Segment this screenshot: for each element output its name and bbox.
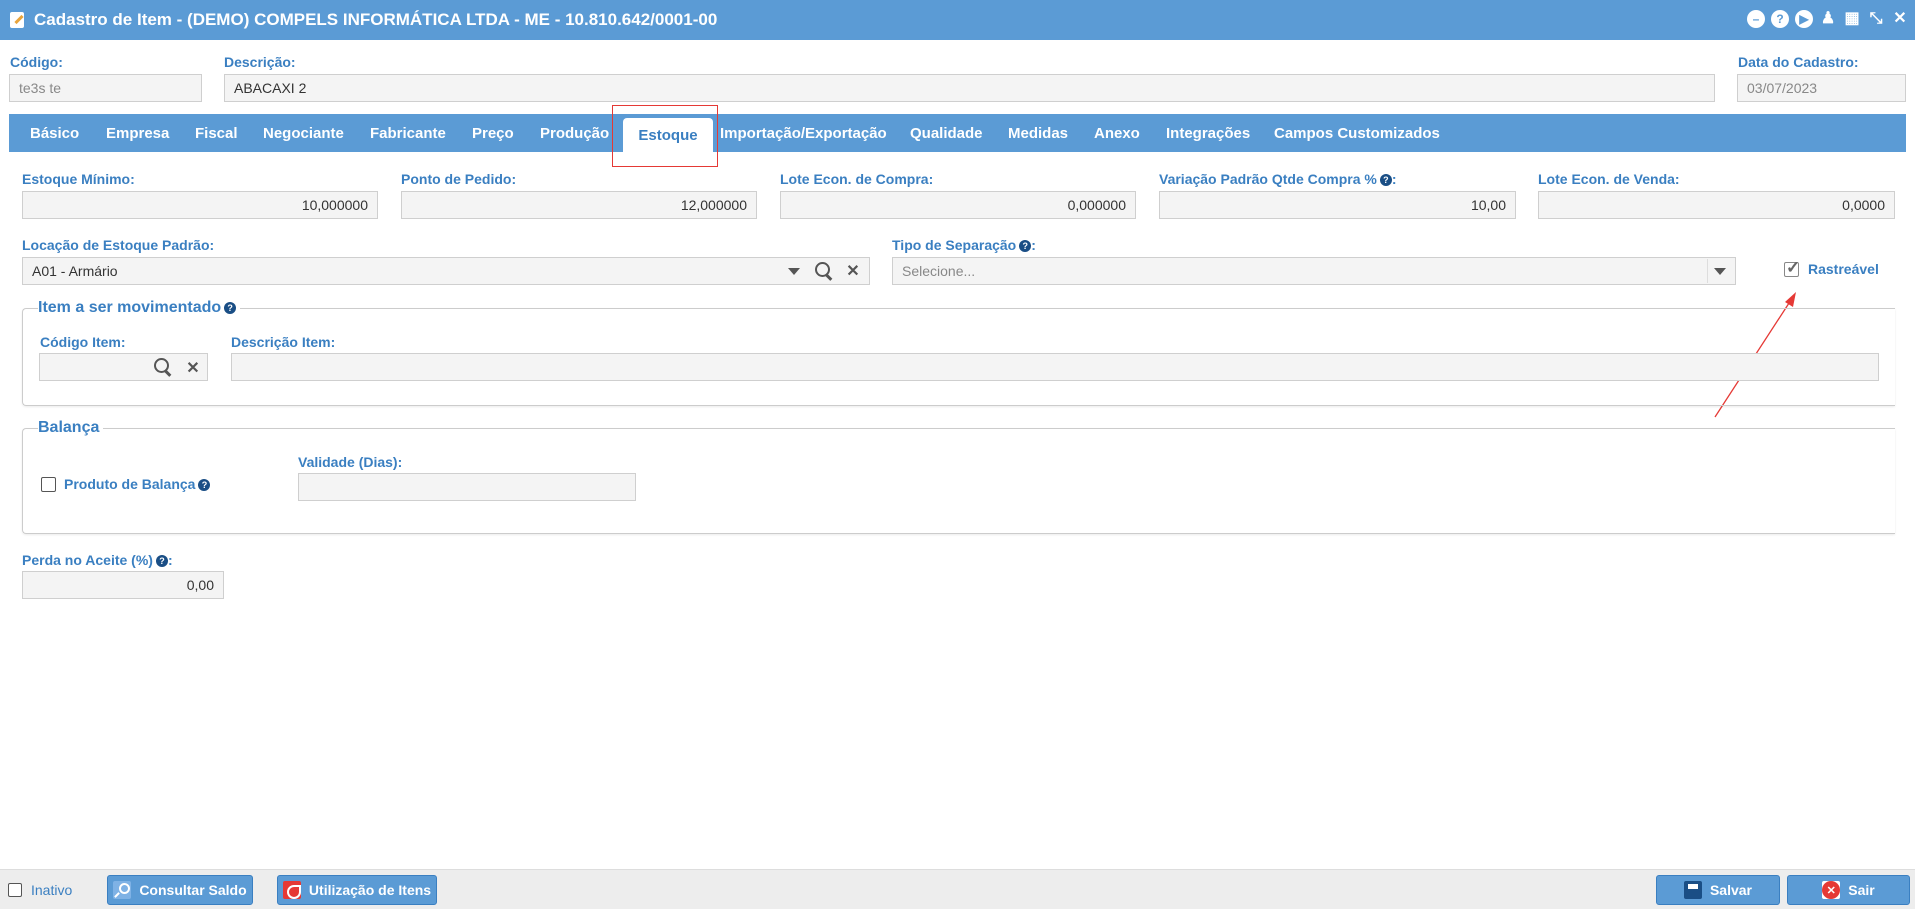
play-icon[interactable]: ▶ bbox=[1795, 10, 1813, 28]
perda-aceite-field[interactable]: 0,00 bbox=[22, 571, 224, 599]
chevron-down-icon[interactable] bbox=[788, 268, 800, 275]
tab-qualidade[interactable]: Qualidade bbox=[910, 114, 983, 152]
item-movimentado-legend-text: Item a ser movimentado bbox=[38, 299, 222, 316]
descricao-field[interactable]: ABACAXI 2 bbox=[224, 74, 1715, 102]
utilizacao-itens-label: Utilização de Itens bbox=[308, 882, 432, 898]
bell-icon[interactable]: ♟ bbox=[1819, 10, 1837, 28]
descricao-label: Descrição: bbox=[224, 54, 296, 70]
tab-empresa[interactable]: Empresa bbox=[106, 114, 169, 152]
estoque-minimo-field[interactable]: 10,000000 bbox=[22, 191, 378, 219]
window-controls: – ? ▶ ♟ ▦ ⤡ ✕ bbox=[1747, 10, 1909, 28]
tipo-separacao-label: Tipo de Separação?: bbox=[892, 237, 1036, 253]
search-icon[interactable] bbox=[815, 262, 833, 280]
variacao-label: Variação Padrão Qtde Compra %?: bbox=[1159, 171, 1397, 187]
minimize-icon[interactable]: – bbox=[1747, 10, 1765, 28]
active-tab-highlight bbox=[612, 105, 718, 167]
codigo-label: Código: bbox=[10, 54, 63, 70]
balanca-legend: Balança bbox=[38, 419, 104, 437]
close-icon[interactable]: ✕ bbox=[1891, 10, 1909, 28]
tipo-separacao-placeholder: Selecione... bbox=[902, 263, 976, 279]
tab-anexo[interactable]: Anexo bbox=[1094, 114, 1140, 152]
search-icon bbox=[113, 881, 132, 899]
title-bar: Cadastro de Item - (DEMO) COMPELS INFORM… bbox=[0, 0, 1915, 40]
clear-icon[interactable]: ✕ bbox=[843, 260, 863, 282]
locacao-value: A01 - Armário bbox=[32, 263, 118, 279]
exit-icon bbox=[1822, 881, 1841, 899]
salvar-label: Salvar bbox=[1709, 882, 1753, 898]
produto-balanca-checkbox[interactable] bbox=[41, 477, 56, 492]
codigo-field[interactable]: te3s te bbox=[9, 74, 202, 102]
lote-compra-label: Lote Econ. de Compra: bbox=[780, 171, 934, 187]
tab-producao[interactable]: Produção bbox=[540, 114, 609, 152]
consultar-saldo-button[interactable]: Consultar Saldo bbox=[107, 875, 253, 905]
variacao-label-text: Variação Padrão Qtde Compra % bbox=[1159, 171, 1377, 187]
validade-field[interactable] bbox=[298, 473, 636, 501]
help-icon[interactable]: ? bbox=[1379, 174, 1392, 186]
locacao-select[interactable]: A01 - Armário bbox=[22, 257, 870, 285]
ponto-pedido-field[interactable]: 12,000000 bbox=[401, 191, 757, 219]
tab-medidas[interactable]: Medidas bbox=[1008, 114, 1068, 152]
help-icon[interactable]: ? bbox=[155, 555, 168, 567]
tab-campos-customizados[interactable]: Campos Customizados bbox=[1274, 114, 1440, 152]
tab-fabricante[interactable]: Fabricante bbox=[370, 114, 446, 152]
tab-integracoes[interactable]: Integrações bbox=[1166, 114, 1250, 152]
tab-negociante[interactable]: Negociante bbox=[263, 114, 344, 152]
produto-balanca-label[interactable]: Produto de Balança? bbox=[64, 476, 211, 492]
descricao-item-field[interactable] bbox=[231, 353, 1879, 381]
tipo-separacao-select[interactable]: Selecione... bbox=[892, 257, 1736, 285]
compress-icon[interactable]: ⤡ bbox=[1867, 10, 1885, 28]
save-icon bbox=[1683, 881, 1702, 899]
produto-balanca-label-text: Produto de Balança bbox=[64, 476, 196, 492]
data-cadastro-label: Data do Cadastro: bbox=[1738, 54, 1859, 70]
lote-compra-field[interactable]: 0,000000 bbox=[780, 191, 1136, 219]
salvar-button[interactable]: Salvar bbox=[1656, 875, 1780, 905]
rastreavel-checkbox[interactable] bbox=[1784, 258, 1800, 278]
tipo-separacao-label-text: Tipo de Separação bbox=[892, 237, 1017, 253]
inativo-checkbox[interactable] bbox=[8, 883, 22, 897]
consultar-saldo-label: Consultar Saldo bbox=[139, 882, 247, 898]
data-cadastro-field[interactable]: 03/07/2023 bbox=[1737, 74, 1906, 102]
variacao-label-suffix: : bbox=[1391, 171, 1397, 187]
tab-preco[interactable]: Preço bbox=[472, 114, 514, 152]
tab-bar: Básico Empresa Fiscal Negociante Fabrica… bbox=[9, 114, 1906, 152]
window-title: Cadastro de Item - (DEMO) COMPELS INFORM… bbox=[34, 10, 718, 29]
utilizacao-itens-button[interactable]: Utilização de Itens bbox=[277, 875, 437, 905]
estoque-minimo-label: Estoque Mínimo: bbox=[22, 171, 135, 187]
pdf-icon bbox=[282, 881, 301, 899]
locacao-label: Locação de Estoque Padrão: bbox=[22, 237, 215, 253]
item-movimentado-legend: Item a ser movimentado? bbox=[38, 299, 241, 317]
lote-venda-label: Lote Econ. de Venda: bbox=[1538, 171, 1680, 187]
validade-label: Validade (Dias): bbox=[298, 454, 403, 470]
tab-fiscal[interactable]: Fiscal bbox=[195, 114, 238, 152]
perda-aceite-label-suffix: : bbox=[167, 552, 173, 568]
perda-aceite-label: Perda no Aceite (%)?: bbox=[22, 552, 173, 568]
search-icon[interactable] bbox=[154, 358, 172, 376]
calendar-icon[interactable]: ▦ bbox=[1843, 10, 1861, 28]
clear-icon[interactable]: ✕ bbox=[183, 357, 203, 379]
sair-button[interactable]: Sair bbox=[1787, 875, 1910, 905]
help-icon[interactable]: ? bbox=[224, 302, 237, 314]
codigo-item-label: Código Item: bbox=[40, 334, 126, 350]
inativo-label[interactable]: Inativo bbox=[31, 882, 72, 898]
help-icon[interactable]: ? bbox=[1771, 10, 1789, 28]
chevron-down-icon[interactable] bbox=[1714, 268, 1726, 275]
ponto-pedido-label: Ponto de Pedido: bbox=[401, 171, 517, 187]
perda-aceite-label-text: Perda no Aceite (%) bbox=[22, 552, 153, 568]
tab-basico[interactable]: Básico bbox=[30, 114, 79, 152]
help-icon[interactable]: ? bbox=[198, 479, 211, 491]
variacao-field[interactable]: 10,00 bbox=[1159, 191, 1516, 219]
tipo-separacao-label-suffix: : bbox=[1031, 237, 1036, 253]
lote-venda-field[interactable]: 0,0000 bbox=[1538, 191, 1895, 219]
rastreavel-label[interactable]: Rastreável bbox=[1808, 261, 1879, 277]
help-icon[interactable]: ? bbox=[1019, 240, 1032, 252]
descricao-item-label: Descrição Item: bbox=[231, 334, 336, 350]
edit-document-icon bbox=[10, 12, 24, 28]
tab-importacao-exportacao[interactable]: Importação/Exportação bbox=[720, 114, 887, 152]
sair-label: Sair bbox=[1848, 882, 1875, 898]
